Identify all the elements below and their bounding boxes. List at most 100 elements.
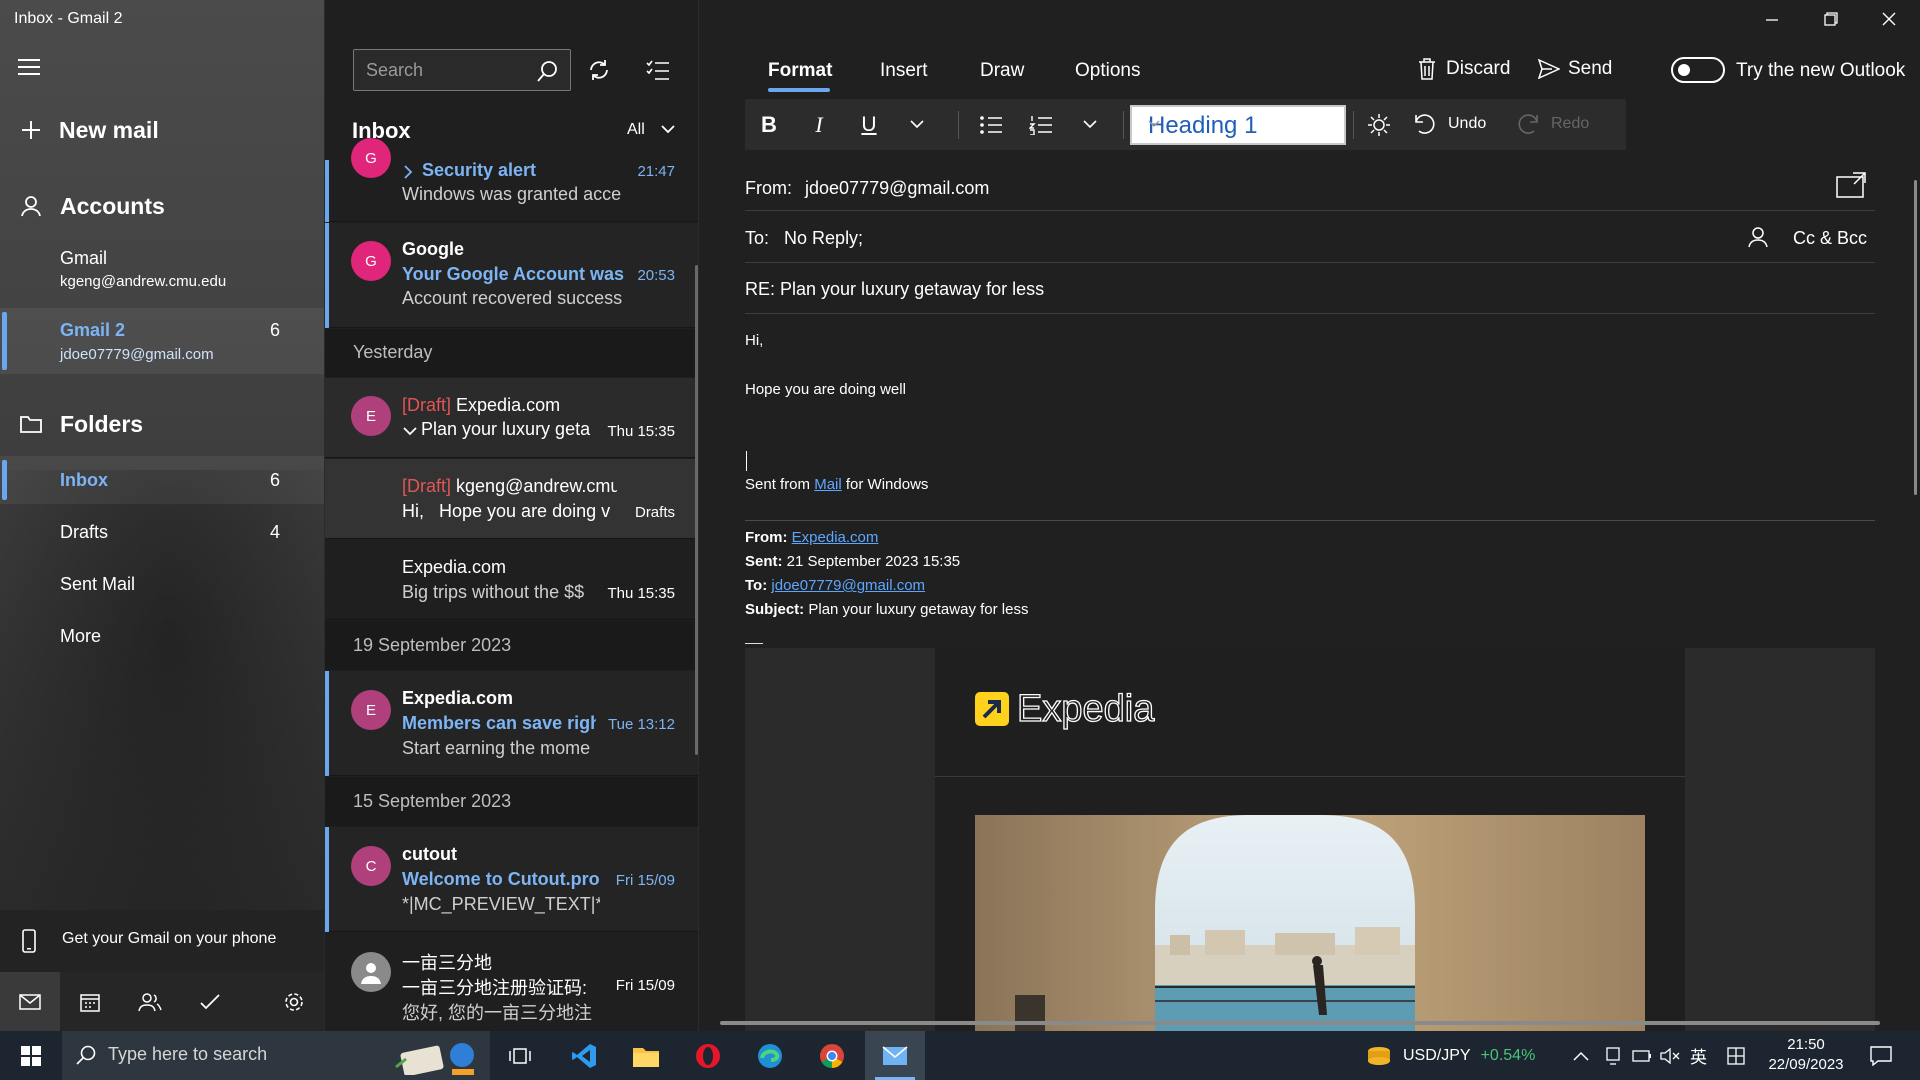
taskbar-clock[interactable]: 21:50 22/09/2023 bbox=[1760, 1035, 1852, 1075]
account-unread-count: 6 bbox=[269, 320, 280, 340]
font-options-dropdown[interactable] bbox=[897, 99, 937, 150]
undo-button[interactable]: Undo bbox=[1410, 99, 1490, 150]
message-subject: Security alert bbox=[422, 160, 537, 180]
mail-app-link[interactable]: Mail bbox=[814, 476, 842, 493]
text-cursor bbox=[746, 451, 747, 471]
bullets-button[interactable] bbox=[967, 99, 1015, 150]
selection-mode-icon[interactable] bbox=[646, 60, 670, 82]
chevron-up-icon[interactable] bbox=[1573, 1031, 1589, 1080]
account-gmail-2[interactable]: Gmail 2 6 jdoe07779@gmail.com bbox=[0, 308, 324, 374]
underline-button[interactable]: U bbox=[845, 99, 893, 150]
undo-icon bbox=[1414, 113, 1436, 135]
style-select[interactable]: Heading 1 bbox=[1130, 105, 1346, 145]
file-explorer-icon[interactable] bbox=[617, 1031, 675, 1080]
date-separator: 15 September 2023 bbox=[325, 777, 698, 826]
opera-browser-icon[interactable] bbox=[679, 1031, 737, 1080]
folders-header[interactable]: Folders bbox=[0, 402, 324, 446]
bold-button[interactable]: B bbox=[745, 99, 793, 150]
sync-icon[interactable] bbox=[587, 58, 611, 82]
cc-bcc-button[interactable]: Cc & Bcc bbox=[1793, 228, 1867, 249]
settings-gear-icon[interactable] bbox=[264, 972, 324, 1031]
from-field[interactable]: From: jdoe07779@gmail.com bbox=[745, 178, 989, 199]
vscode-icon[interactable] bbox=[555, 1031, 613, 1080]
chrome-browser-icon[interactable] bbox=[803, 1031, 861, 1080]
message-preview: Big trips without the $$ bbox=[402, 582, 585, 602]
chevron-down-icon[interactable] bbox=[403, 426, 417, 436]
folder-sent-mail[interactable]: Sent Mail bbox=[0, 560, 324, 608]
unread-indicator bbox=[325, 827, 329, 932]
search-icon[interactable] bbox=[536, 60, 558, 82]
todo-icon[interactable] bbox=[180, 972, 240, 1031]
to-recipient[interactable]: No Reply; bbox=[784, 228, 863, 248]
account-gmail[interactable]: Gmail kgeng@andrew.cmu.edu bbox=[0, 244, 324, 304]
list-scrollbar[interactable] bbox=[695, 265, 698, 755]
contact-picker-icon[interactable] bbox=[1748, 226, 1768, 248]
numbering-button[interactable] bbox=[1017, 99, 1065, 150]
folder-more[interactable]: More bbox=[0, 612, 324, 660]
body-greeting[interactable]: Hi, bbox=[745, 332, 763, 349]
redo-button[interactable]: Redo bbox=[1513, 99, 1593, 150]
search-input[interactable]: Search bbox=[353, 49, 571, 91]
list-item[interactable]: E [Draft] Expedia.com Plan your luxury g… bbox=[325, 378, 698, 458]
from-label: From: bbox=[745, 178, 792, 198]
tab-draw[interactable]: Draw bbox=[980, 60, 1024, 82]
popout-icon[interactable] bbox=[1836, 172, 1866, 198]
outlook-toggle-switch[interactable] bbox=[1671, 57, 1725, 83]
accounts-header[interactable]: Accounts bbox=[0, 184, 324, 228]
filter-dropdown[interactable]: All bbox=[627, 121, 675, 139]
account-email: kgeng@andrew.cmu.edu bbox=[60, 273, 227, 290]
folder-drafts[interactable]: Drafts 4 bbox=[0, 508, 324, 556]
message-sender: Expedia.com bbox=[402, 557, 507, 577]
close-icon[interactable] bbox=[1882, 12, 1896, 26]
notifications-icon[interactable] bbox=[1870, 1031, 1892, 1080]
vertical-scrollbar[interactable] bbox=[1914, 180, 1917, 495]
message-sender: cutout bbox=[402, 844, 457, 864]
taskbar-search-input[interactable]: Type here to search bbox=[62, 1031, 490, 1080]
currency-widget[interactable]: USD/JPY +0.54% bbox=[1365, 1031, 1535, 1080]
people-icon[interactable] bbox=[120, 972, 180, 1031]
ime-language-indicator[interactable]: 英 bbox=[1690, 1031, 1707, 1080]
list-item[interactable]: G Google Your Google Account was 20:53 A… bbox=[325, 223, 698, 328]
styles-sun-icon[interactable] bbox=[1357, 99, 1401, 150]
battery-icon[interactable] bbox=[1632, 1031, 1652, 1080]
calendar-icon[interactable] bbox=[60, 972, 120, 1031]
list-item[interactable]: G Security alert 21:47 Windows was grant… bbox=[325, 138, 698, 222]
quoted-from-label: From: bbox=[745, 529, 788, 546]
edge-browser-icon[interactable] bbox=[741, 1031, 799, 1080]
quoted-from-link[interactable]: Expedia.com bbox=[792, 529, 879, 546]
phone-promo-text: Get your Gmail on your phone bbox=[62, 930, 277, 947]
discard-button[interactable]: Discard bbox=[1418, 58, 1510, 80]
subject-input[interactable]: RE: Plan your luxury getaway for less bbox=[745, 279, 1044, 300]
hamburger-menu-icon[interactable] bbox=[18, 58, 44, 80]
minimize-icon[interactable] bbox=[1765, 8, 1795, 32]
folder-name: More bbox=[60, 625, 102, 646]
restore-icon[interactable] bbox=[1824, 12, 1838, 26]
new-mail-button[interactable]: New mail bbox=[0, 108, 324, 152]
body-line[interactable]: Hope you are doing well bbox=[745, 381, 906, 398]
phone-promo[interactable]: Get your Gmail on your phone bbox=[0, 910, 324, 972]
quoted-to-link[interactable]: jdoe07779@gmail.com bbox=[771, 577, 925, 594]
tab-options[interactable]: Options bbox=[1075, 60, 1140, 82]
windows-start-icon[interactable] bbox=[2, 1031, 60, 1080]
folder-inbox[interactable]: Inbox 6 bbox=[0, 456, 324, 504]
list-item[interactable]: Expedia.com Big trips without the $$ Thu… bbox=[325, 540, 698, 620]
list-item[interactable]: 一亩三分地 一亩三分地注册验证码: Fri 15/09 您好, 您的一亩三分地注 bbox=[325, 933, 698, 1031]
list-item[interactable]: C cutout Welcome to Cutout.pro Fri 15/09… bbox=[325, 827, 698, 932]
volume-muted-icon[interactable] bbox=[1660, 1031, 1680, 1080]
send-button[interactable]: Send bbox=[1538, 58, 1612, 80]
chevron-right-icon[interactable] bbox=[403, 165, 413, 179]
search-highlight-icon[interactable] bbox=[392, 1037, 484, 1075]
paragraph-options-dropdown[interactable] bbox=[1070, 99, 1110, 150]
to-field[interactable]: To: No Reply; bbox=[745, 228, 863, 249]
list-item[interactable]: E Expedia.com Members can save righ Tue … bbox=[325, 671, 698, 776]
task-view-icon[interactable] bbox=[491, 1031, 549, 1080]
tab-insert[interactable]: Insert bbox=[880, 60, 928, 82]
list-item[interactable]: [Draft] kgeng@andrew.cmu Hi, Hope you ar… bbox=[325, 459, 698, 539]
mail-app-taskbar-icon[interactable] bbox=[865, 1031, 925, 1080]
tab-format[interactable]: Format bbox=[768, 60, 832, 82]
mail-icon[interactable] bbox=[0, 972, 60, 1031]
horizontal-scrollbar[interactable] bbox=[720, 1021, 1880, 1025]
device-icon[interactable] bbox=[1604, 1031, 1622, 1080]
ime-mode-icon[interactable] bbox=[1727, 1031, 1745, 1080]
italic-button[interactable]: I bbox=[795, 99, 843, 150]
